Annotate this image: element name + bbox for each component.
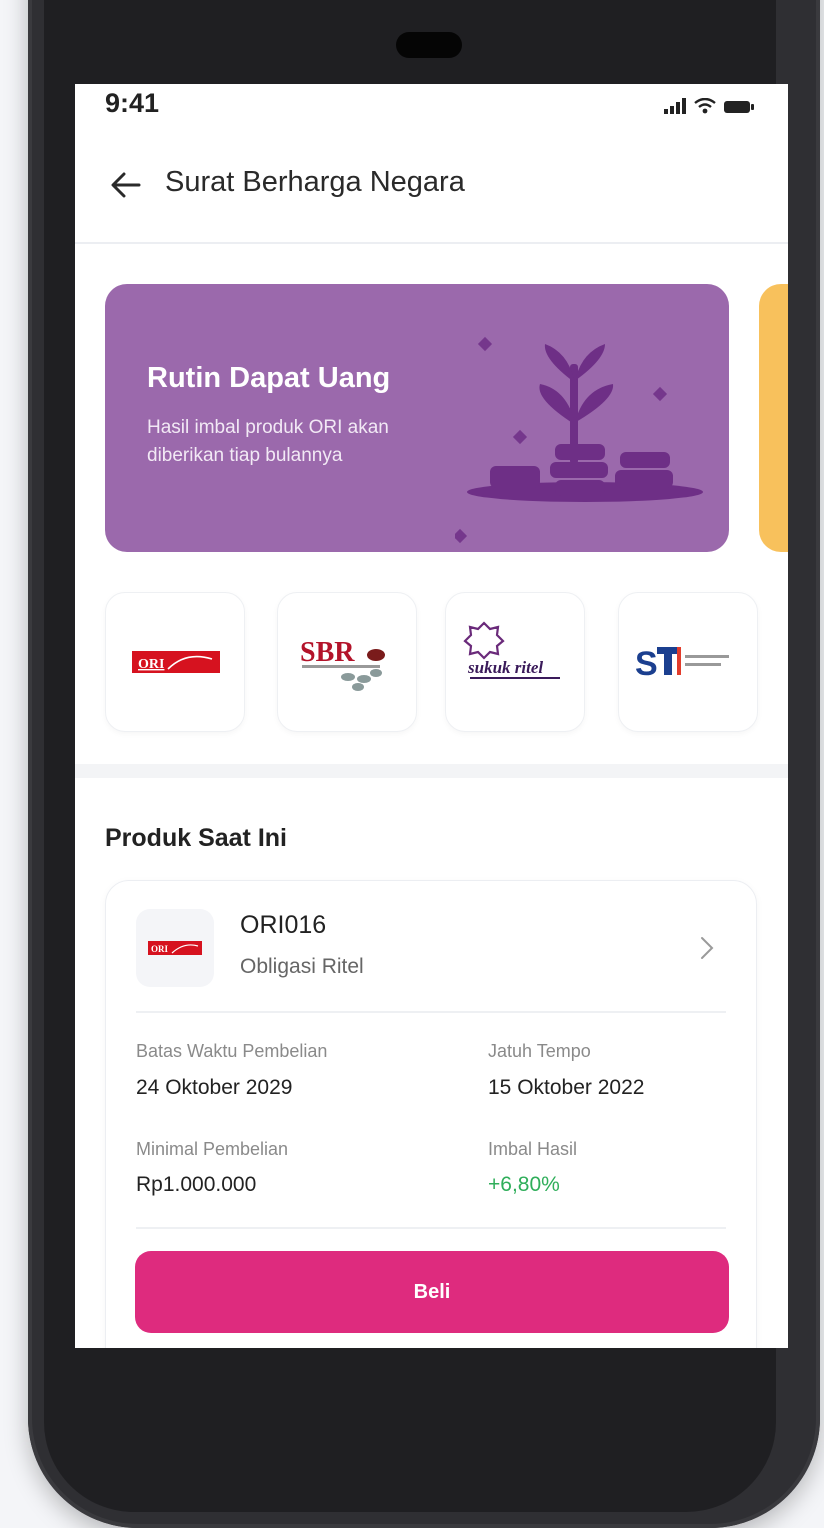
card-divider [136, 1227, 726, 1229]
product-card[interactable]: ORI ORI016 Obligasi Ritel Batas Waktu Pe… [105, 880, 757, 1348]
next-banner-peek[interactable] [759, 284, 788, 552]
app-screen: 9:41 Surat Berharga Negara Rutin Dapat U… [75, 84, 788, 1348]
status-time: 9:41 [105, 88, 160, 118]
svg-text:ORI: ORI [138, 657, 164, 672]
chevron-right-icon[interactable] [698, 935, 716, 961]
card-logo: ORI [136, 909, 214, 987]
phone-notch [396, 32, 462, 58]
banner-title: Rutin Dapat Uang [147, 362, 391, 394]
field-label-yield: Imbal Hasil [488, 1139, 578, 1159]
svg-text:sukuk ritel: sukuk ritel [467, 658, 543, 677]
page-title: Surat Berharga Negara [165, 166, 465, 198]
app-header: Surat Berharga Negara [75, 150, 788, 240]
header-divider [75, 242, 788, 244]
buy-button[interactable]: Beli [135, 1251, 729, 1333]
status-icons [664, 98, 754, 114]
product-type: Obligasi Ritel [240, 955, 364, 978]
field-label-purchase-deadline: Batas Waktu Pembelian [136, 1041, 328, 1061]
field-value-maturity: 15 Oktober 2022 [488, 1076, 645, 1099]
st-logo-icon: S [635, 645, 729, 683]
status-bar: 9:41 [75, 84, 788, 134]
banner-subtitle: Hasil imbal produk ORI akan diberikan ti… [147, 417, 389, 466]
card-divider [136, 1011, 726, 1013]
field-value-yield: +6,80% [488, 1173, 560, 1196]
svg-text:SBR: SBR [300, 637, 355, 668]
product-tile-st[interactable]: S [618, 592, 758, 732]
field-label-min-purchase: Minimal Pembelian [136, 1139, 289, 1159]
section-title: Produk Saat Ini [105, 824, 287, 852]
field-label-maturity: Jatuh Tempo [488, 1041, 591, 1061]
battery-icon [724, 101, 754, 113]
signal-icon [664, 98, 686, 114]
money-plant-icon [455, 336, 703, 544]
ori-logo-icon: ORI [148, 941, 202, 955]
section-divider [75, 764, 788, 778]
wifi-icon [694, 98, 716, 114]
svg-text:ORI: ORI [151, 944, 169, 954]
promo-banner[interactable]: Rutin Dapat Uang Hasil imbal produk ORI … [105, 284, 729, 552]
field-value-min-purchase: Rp1.000.000 [136, 1173, 257, 1196]
sbr-logo-icon: SBR [300, 637, 385, 691]
product-tile-sbr[interactable]: SBR [277, 592, 417, 732]
svg-text:S: S [635, 645, 658, 683]
ori-logo-icon: ORI [132, 651, 220, 673]
back-arrow-icon[interactable] [109, 168, 143, 202]
product-tile-ori[interactable]: ORI [105, 592, 245, 732]
product-tile-sukuk-ritel[interactable]: sukuk ritel [445, 592, 585, 732]
sukuk-ritel-logo-icon: sukuk ritel [463, 621, 560, 679]
product-name: ORI016 [240, 911, 327, 939]
field-value-purchase-deadline: 24 Oktober 2029 [136, 1076, 293, 1099]
